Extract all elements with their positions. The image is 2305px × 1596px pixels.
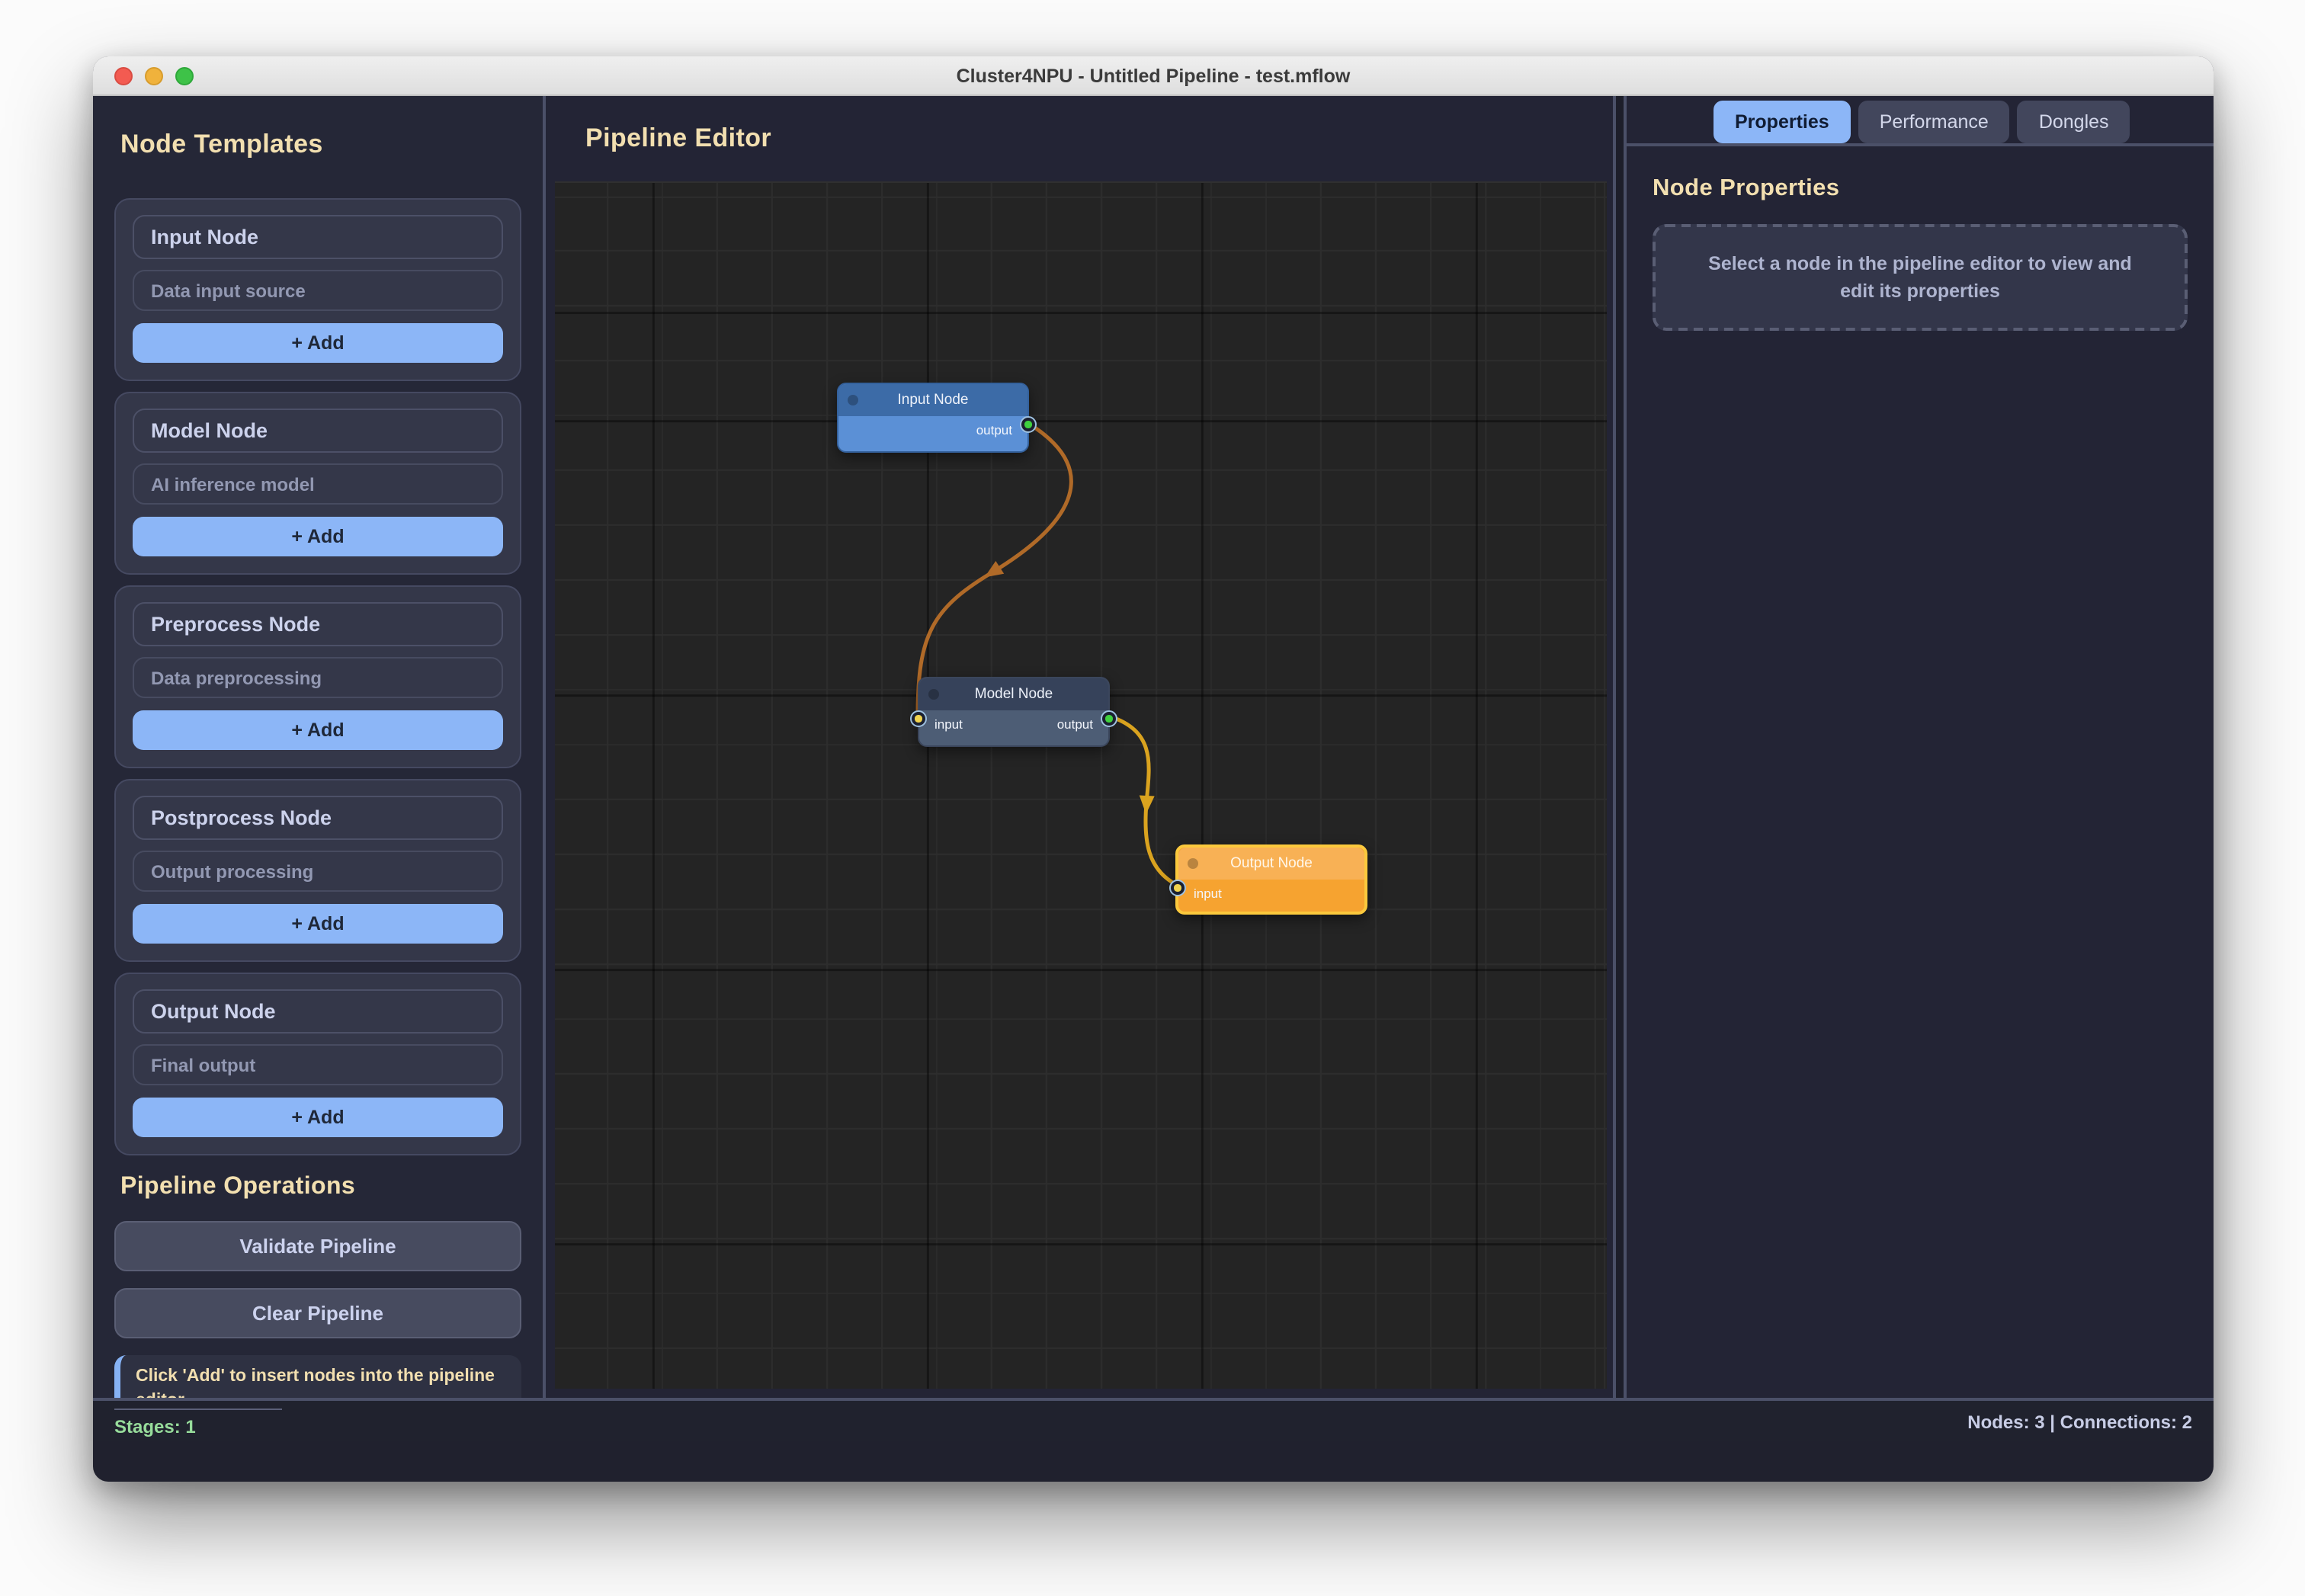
panel-tabs: Properties Performance Dongles <box>1627 96 2214 146</box>
template-name: Preprocess Node <box>133 602 503 646</box>
node-type-icon <box>928 689 939 700</box>
no-selection-message: Select a node in the pipeline editor to … <box>1653 224 2188 331</box>
template-name: Output Node <box>133 989 503 1034</box>
template-name: Model Node <box>133 409 503 453</box>
template-description: Data preprocessing <box>133 657 503 698</box>
connection-input-to-model[interactable] <box>918 424 1071 715</box>
port-label: output <box>1057 716 1093 732</box>
template-card-model: Model Node AI inference model + Add <box>114 392 521 575</box>
pipeline-canvas[interactable]: Input Node output Model Node input outpu… <box>555 181 1607 1389</box>
properties-panel: Properties Performance Dongles Node Prop… <box>1624 96 2214 1398</box>
template-name: Postprocess Node <box>133 796 503 840</box>
titlebar: Cluster4NPU - Untitled Pipeline - test.m… <box>93 56 2214 96</box>
port-label: input <box>935 716 963 732</box>
canvas-node-output[interactable]: Output Node input <box>1175 844 1367 915</box>
minimize-button[interactable] <box>145 66 163 85</box>
canvas-node-input[interactable]: Input Node output <box>837 383 1029 453</box>
template-description: Output processing <box>133 851 503 892</box>
connection-model-to-output[interactable] <box>1110 716 1175 884</box>
node-connection-counts: Nodes: 3 | Connections: 2 <box>1967 1412 2192 1433</box>
tab-performance[interactable]: Performance <box>1858 101 2010 143</box>
status-bar: Stages: 1 Nodes: 3 | Connections: 2 <box>93 1398 2214 1441</box>
panel-divider <box>1616 96 1624 1398</box>
templates-header: Node Templates <box>120 130 521 160</box>
template-description: Data input source <box>133 270 503 311</box>
window-title: Cluster4NPU - Untitled Pipeline - test.m… <box>957 65 1351 86</box>
sidebar: Node Templates Input Node Data input sou… <box>93 96 546 1398</box>
template-card-input: Input Node Data input source + Add <box>114 198 521 381</box>
template-card-postprocess: Postprocess Node Output processing + Add <box>114 779 521 962</box>
add-preprocess-node-button[interactable]: + Add <box>133 710 503 750</box>
output-port[interactable] <box>1101 710 1117 727</box>
editor-title: Pipeline Editor <box>585 123 771 154</box>
tab-dongles[interactable]: Dongles <box>2018 101 2130 143</box>
app-window: Cluster4NPU - Untitled Pipeline - test.m… <box>93 56 2214 1482</box>
port-label: output <box>976 422 1012 437</box>
add-postprocess-node-button[interactable]: + Add <box>133 904 503 944</box>
canvas-node-model[interactable]: Model Node input output <box>918 677 1110 747</box>
operations-header: Pipeline Operations <box>120 1174 521 1201</box>
add-nodes-hint: Click 'Add' to insert nodes into the pip… <box>114 1355 521 1398</box>
template-name: Input Node <box>133 215 503 259</box>
close-button[interactable] <box>114 66 133 85</box>
template-card-output: Output Node Final output + Add <box>114 973 521 1155</box>
connections-layer <box>555 183 1607 1389</box>
template-description: Final output <box>133 1044 503 1085</box>
node-title: Output Node <box>1230 855 1313 872</box>
zoom-button[interactable] <box>175 66 194 85</box>
stages-indicator: Stages: 1 <box>114 1409 282 1437</box>
editor-panel: Pipeline Editor <box>546 96 1616 1398</box>
tab-properties[interactable]: Properties <box>1714 101 1851 143</box>
clear-pipeline-button[interactable]: Clear Pipeline <box>114 1288 521 1338</box>
desktop: Cluster4NPU - Untitled Pipeline - test.m… <box>0 0 2305 1596</box>
node-title: Input Node <box>898 392 969 409</box>
template-card-preprocess: Preprocess Node Data preprocessing + Add <box>114 585 521 768</box>
node-title: Model Node <box>975 686 1053 703</box>
add-output-node-button[interactable]: + Add <box>133 1098 503 1137</box>
input-port[interactable] <box>1169 880 1186 896</box>
input-port[interactable] <box>910 710 927 727</box>
port-label: input <box>1194 886 1222 901</box>
node-type-icon <box>1188 858 1198 869</box>
node-type-icon <box>848 395 858 405</box>
output-port[interactable] <box>1020 416 1037 433</box>
node-properties-header: Node Properties <box>1653 175 2188 203</box>
validate-pipeline-button[interactable]: Validate Pipeline <box>114 1221 521 1271</box>
add-input-node-button[interactable]: + Add <box>133 323 503 363</box>
add-model-node-button[interactable]: + Add <box>133 517 503 556</box>
template-description: AI inference model <box>133 463 503 505</box>
